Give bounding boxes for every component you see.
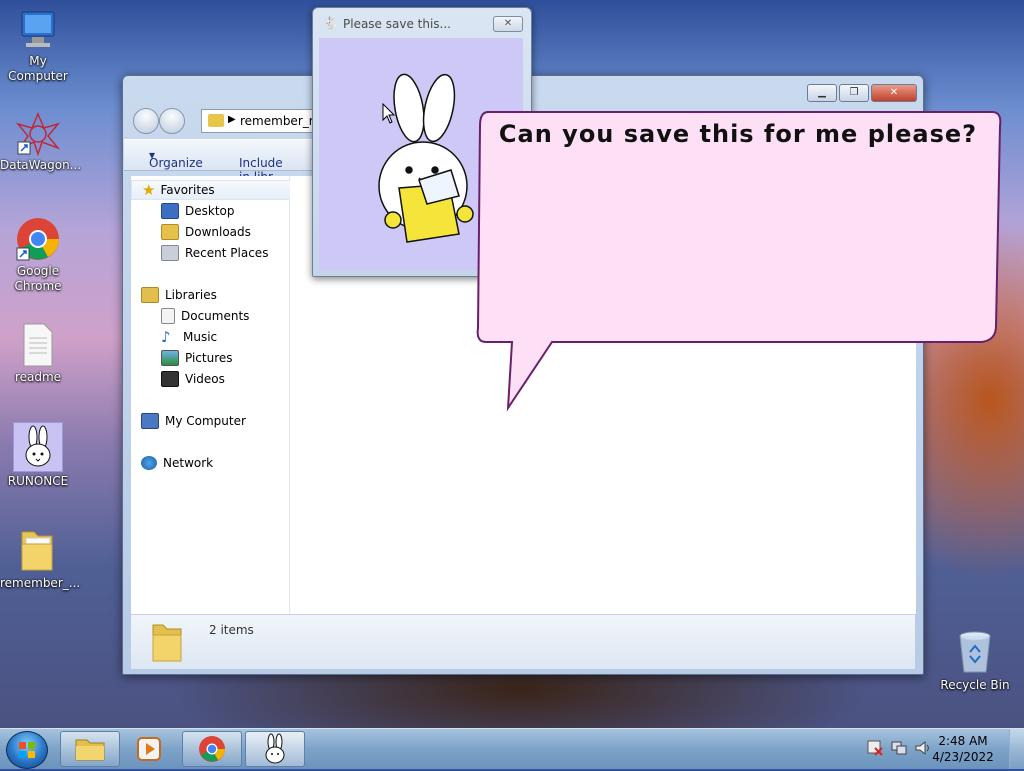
clock-time: 2:48 AM — [938, 734, 988, 748]
computer-icon — [141, 413, 159, 429]
media-player-icon — [137, 737, 161, 761]
network-icon — [141, 456, 157, 470]
maximize-button[interactable]: ❐ — [839, 84, 869, 102]
desktop-icon-recycle-bin[interactable]: Recycle Bin — [937, 630, 1013, 693]
bunny-icon — [265, 733, 285, 764]
item-count: 2 items — [209, 623, 254, 637]
windows-logo-icon — [19, 742, 35, 758]
downloads-folder-icon — [161, 224, 179, 240]
folder-icon — [151, 621, 185, 666]
desktop-icon-runonce[interactable]: RUNONCE — [0, 422, 76, 489]
taskbar-chrome-button[interactable] — [182, 731, 242, 767]
recent-places-icon — [161, 245, 179, 261]
desktop-icon-label: My Computer — [8, 54, 68, 83]
desktop-icon-remember[interactable]: remember_... — [0, 526, 81, 591]
chevron-right-icon[interactable]: ▶ — [228, 114, 236, 125]
network-tray-icon[interactable] — [890, 739, 908, 757]
desktop-icon — [161, 203, 179, 219]
details-pane: 2 items — [131, 614, 915, 669]
minimize-button[interactable]: ▁ — [807, 84, 837, 102]
desktop-icon-google-chrome[interactable]: Google Chrome — [0, 216, 76, 294]
nav-desktop[interactable]: Desktop — [161, 202, 235, 220]
folder-icon — [75, 739, 105, 761]
nav-label: Pictures — [185, 351, 233, 365]
nav-label: My Computer — [165, 414, 246, 428]
nav-label: Videos — [185, 372, 225, 386]
forward-button[interactable] — [159, 108, 185, 134]
nav-network[interactable]: Network — [141, 454, 213, 472]
text-file-icon — [20, 322, 56, 368]
mouse-cursor — [382, 103, 396, 124]
nav-favorites[interactable]: ★ Favorites — [131, 180, 293, 200]
show-desktop-button[interactable] — [1009, 729, 1024, 769]
navigation-pane: ★ Favorites Desktop Downloads Recent Pla… — [131, 176, 293, 614]
nav-label: Music — [183, 330, 218, 344]
folder-icon — [208, 114, 224, 127]
dialog-close-button[interactable]: ✕ — [493, 16, 523, 32]
videos-icon — [161, 371, 179, 387]
app-icon: 🐇 — [323, 16, 338, 30]
nav-music[interactable]: ♪ Music — [161, 328, 217, 346]
nav-downloads[interactable]: Downloads — [161, 223, 251, 241]
pictures-icon — [161, 350, 179, 366]
taskbar-media-player-button[interactable] — [121, 731, 181, 767]
speech-bubble-text: Can you save this for me please? — [498, 120, 978, 148]
nav-documents[interactable]: Documents — [161, 307, 249, 325]
nav-label: Favorites — [160, 183, 215, 197]
taskbar-explorer-button[interactable] — [60, 731, 120, 767]
nav-label: Desktop — [185, 204, 235, 218]
nav-label: Documents — [181, 309, 250, 323]
desktop-icon-label: remember_... — [0, 576, 81, 590]
nav-my-computer[interactable]: My Computer — [141, 412, 246, 430]
bunny-icon — [13, 422, 63, 472]
documents-icon — [161, 308, 175, 324]
folder-icon — [18, 526, 58, 574]
start-button[interactable] — [6, 731, 48, 769]
window-controls: ▁ ❐ ✕ — [805, 84, 917, 102]
system-clock[interactable]: 2:48 AM 4/23/2022 — [928, 733, 998, 765]
computer-icon — [16, 10, 60, 52]
desktop-icon-label: Recycle Bin — [940, 678, 1010, 692]
nav-videos[interactable]: Videos — [161, 370, 225, 388]
organize-button[interactable]: Organize ▾ — [149, 148, 203, 170]
nav-label: Libraries — [165, 288, 217, 302]
taskbar: 2:48 AM 4/23/2022 — [0, 728, 1024, 769]
music-icon: ♪ — [161, 328, 171, 346]
datawagon-icon — [15, 112, 61, 157]
speech-bubble — [476, 111, 1002, 412]
nav-label: Network — [163, 456, 214, 470]
chrome-icon — [199, 736, 225, 762]
nav-label: Downloads — [185, 225, 251, 239]
star-icon: ★ — [142, 181, 156, 199]
organize-label: Organize — [149, 156, 203, 170]
desktop-icon-readme[interactable]: readme — [0, 322, 76, 385]
recycle-bin-icon — [955, 630, 995, 676]
nav-recent-places[interactable]: Recent Places — [161, 244, 268, 262]
clock-date: 4/23/2022 — [932, 750, 994, 764]
desktop-icon-my-computer[interactable]: My Computer — [0, 10, 76, 84]
nav-label: Recent Places — [185, 246, 269, 260]
action-center-icon[interactable] — [866, 739, 884, 757]
notification-area — [862, 739, 932, 759]
taskbar-bunny-app-button[interactable] — [245, 731, 305, 767]
desktop-icon-label: RUNONCE — [7, 474, 69, 488]
chrome-icon — [15, 216, 61, 262]
dialog-title: Please save this... — [343, 17, 451, 31]
nav-pictures[interactable]: Pictures — [161, 349, 233, 367]
close-button[interactable]: ✕ — [871, 84, 917, 102]
back-button[interactable] — [133, 108, 159, 134]
desktop-icon-datawagon[interactable]: DataWagon... — [0, 112, 82, 173]
desktop-icon-label: DataWagon... — [0, 158, 82, 172]
nav-libraries[interactable]: Libraries — [141, 286, 217, 304]
desktop-icon-label: Google Chrome — [14, 264, 62, 293]
libraries-icon — [141, 287, 159, 303]
address-path: remember_m — [240, 114, 321, 128]
desktop-icon-label: readme — [14, 370, 62, 384]
